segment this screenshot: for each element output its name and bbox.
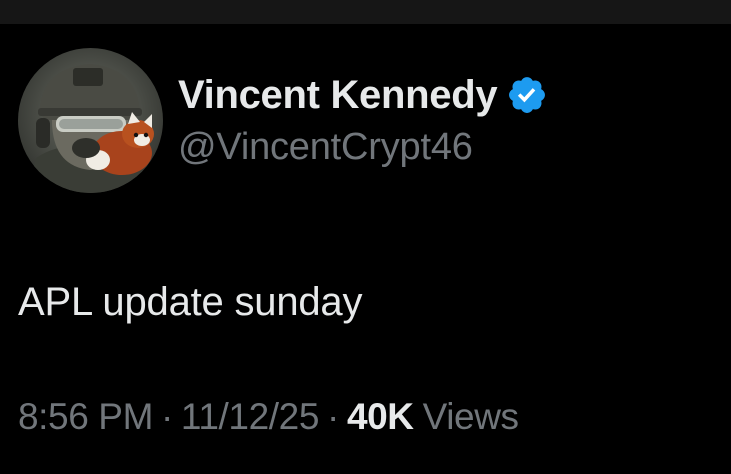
avatar-image [18,48,163,193]
top-bar [0,0,731,24]
tweet-time[interactable]: 8:56 PM [18,396,153,438]
meta-separator: · [161,396,173,437]
views-label[interactable]: Views [423,396,519,438]
display-name[interactable]: Vincent Kennedy [178,73,498,118]
tweet-meta: 8:56 PM · 11/12/25 · 40K Views [18,396,519,438]
author-name-row[interactable]: Vincent Kennedy [178,70,548,120]
verified-badge-icon [506,74,548,116]
avatar[interactable] [18,48,163,193]
tweet-date[interactable]: 11/12/25 [181,396,319,438]
views-count[interactable]: 40K [347,396,414,438]
meta-separator: · [327,396,339,437]
author-handle[interactable]: @VincentCrypt46 [178,126,473,169]
tweet-text: APL update sunday [18,280,363,324]
